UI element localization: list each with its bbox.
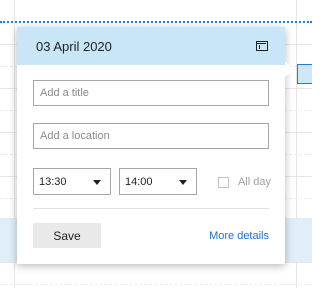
event-date: 03 April 2020 (36, 39, 112, 54)
chevron-down-icon (93, 180, 101, 185)
end-time-value: 14:00 (125, 176, 153, 188)
event-title-input[interactable] (33, 80, 269, 106)
event-location-input[interactable] (33, 123, 269, 149)
all-day-checkbox[interactable] (218, 177, 229, 188)
start-time-value: 13:30 (39, 176, 67, 188)
save-button[interactable]: Save (33, 223, 101, 248)
popup-header: 03 April 2020 (17, 27, 285, 65)
start-time-dropdown[interactable]: 13:30 (33, 168, 111, 195)
expand-window-icon[interactable] (256, 41, 268, 51)
popup-pointer (285, 61, 293, 77)
grid-line (0, 284, 312, 285)
current-time-indicator (0, 21, 312, 23)
chevron-down-icon (179, 180, 187, 185)
more-details-link[interactable]: More details (209, 230, 269, 242)
divider (33, 208, 269, 209)
quick-event-popup: 03 April 2020 13:30 14:00 All day Save M… (17, 27, 293, 264)
end-time-dropdown[interactable]: 14:00 (119, 168, 197, 195)
all-day-label[interactable]: All day (238, 176, 271, 188)
calendar-event[interactable] (297, 64, 312, 84)
